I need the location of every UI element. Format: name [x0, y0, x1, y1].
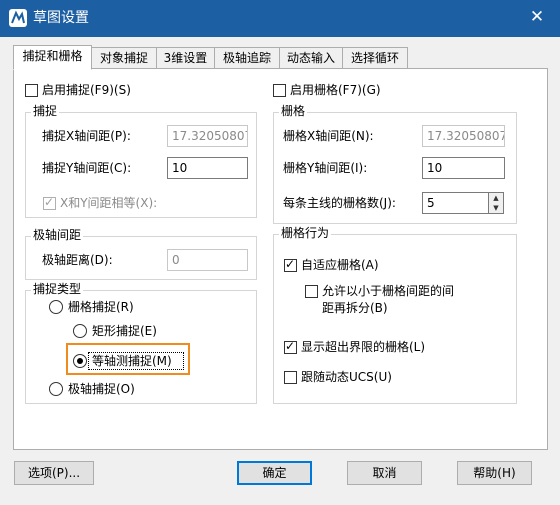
snap-x-spacing-input[interactable]: 17.32050807 [167, 125, 248, 147]
enable-grid-checkbox[interactable] [273, 84, 286, 97]
display-beyond-limits-checkbox[interactable] [284, 339, 297, 354]
major-line-input[interactable]: 5 [422, 192, 489, 214]
rectangular-snap-label: 矩形捕捉(E) [92, 324, 157, 338]
snap-x-spacing-label: 捕捉X轴间距(P): [42, 129, 131, 143]
enable-snap-label: 启用捕捉(F9)(S) [42, 83, 131, 97]
spin-up-icon[interactable]: ▲ [489, 193, 503, 203]
snap-type-group-label: 捕捉类型 [31, 282, 84, 296]
snap-group-label: 捕捉 [31, 104, 60, 118]
tab-dynamic-input[interactable]: 动态输入 [279, 47, 343, 69]
follow-dynamic-ucs-checkbox[interactable] [284, 371, 297, 384]
tab-polar-tracking[interactable]: 极轴追踪 [214, 47, 280, 69]
polar-distance-label: 极轴距离(D): [42, 253, 113, 267]
cancel-button[interactable]: 取消 [347, 461, 422, 485]
grid-behavior-group-label: 栅格行为 [279, 226, 332, 240]
adaptive-grid-label: 自适应栅格(A) [301, 258, 379, 272]
help-button[interactable]: 帮助(H) [457, 461, 532, 485]
equal-xy-spacing-checkbox[interactable] [43, 195, 56, 210]
options-button[interactable]: 选项(P)... [14, 461, 94, 485]
major-line-label: 每条主线的栅格数(J): [283, 196, 396, 210]
isometric-snap-label: 等轴测捕捉(M) [92, 354, 172, 368]
isometric-snap-radio[interactable] [73, 354, 87, 368]
grid-y-spacing-label: 栅格Y轴间距(I): [283, 161, 368, 175]
major-line-spinner[interactable]: ▲ ▼ [488, 192, 504, 214]
rectangular-snap-radio[interactable] [73, 324, 87, 338]
grid-x-spacing-label: 栅格X轴间距(N): [283, 129, 374, 143]
polar-group-label: 极轴间距 [31, 228, 84, 242]
grid-y-spacing-input[interactable]: 10 [422, 157, 505, 179]
tab-object-snap[interactable]: 对象捕捉 [91, 47, 157, 69]
tab-3d-settings[interactable]: 3维设置 [156, 47, 215, 69]
window-title: 草图设置 [33, 10, 89, 26]
close-icon[interactable]: ✕ [526, 6, 548, 28]
grid-group-label: 栅格 [279, 104, 308, 118]
ok-button[interactable]: 确定 [237, 461, 312, 485]
enable-grid-label: 启用栅格(F7)(G) [290, 83, 381, 97]
display-beyond-limits-label: 显示超出界限的栅格(L) [301, 340, 426, 354]
tab-selection-cycling[interactable]: 选择循环 [342, 47, 408, 69]
enable-snap-checkbox[interactable] [25, 84, 38, 97]
follow-dynamic-ucs-label: 跟随动态UCS(U) [301, 370, 392, 384]
snap-y-spacing-label: 捕捉Y轴间距(C): [42, 161, 132, 175]
polar-snap-label: 极轴捕捉(O) [68, 382, 135, 396]
grid-snap-label: 栅格捕捉(R) [68, 300, 134, 314]
tab-snap-grid[interactable]: 捕捉和栅格 [13, 45, 92, 70]
allow-subdivision-checkbox[interactable] [305, 285, 318, 298]
app-logo-icon [8, 8, 28, 28]
snap-y-spacing-input[interactable]: 10 [167, 157, 248, 179]
polar-snap-radio[interactable] [49, 382, 63, 396]
allow-subdivision-label-line2: 距再拆分(B) [322, 301, 388, 315]
polar-distance-input[interactable]: 0 [167, 249, 248, 271]
spin-down-icon[interactable]: ▼ [489, 203, 503, 213]
grid-snap-radio[interactable] [49, 300, 63, 314]
adaptive-grid-checkbox[interactable] [284, 257, 297, 272]
allow-subdivision-label-line1: 允许以小于栅格间距的间 [322, 284, 455, 298]
equal-xy-spacing-label: X和Y间距相等(X): [60, 196, 158, 210]
grid-x-spacing-input[interactable]: 17.32050807 [422, 125, 505, 147]
